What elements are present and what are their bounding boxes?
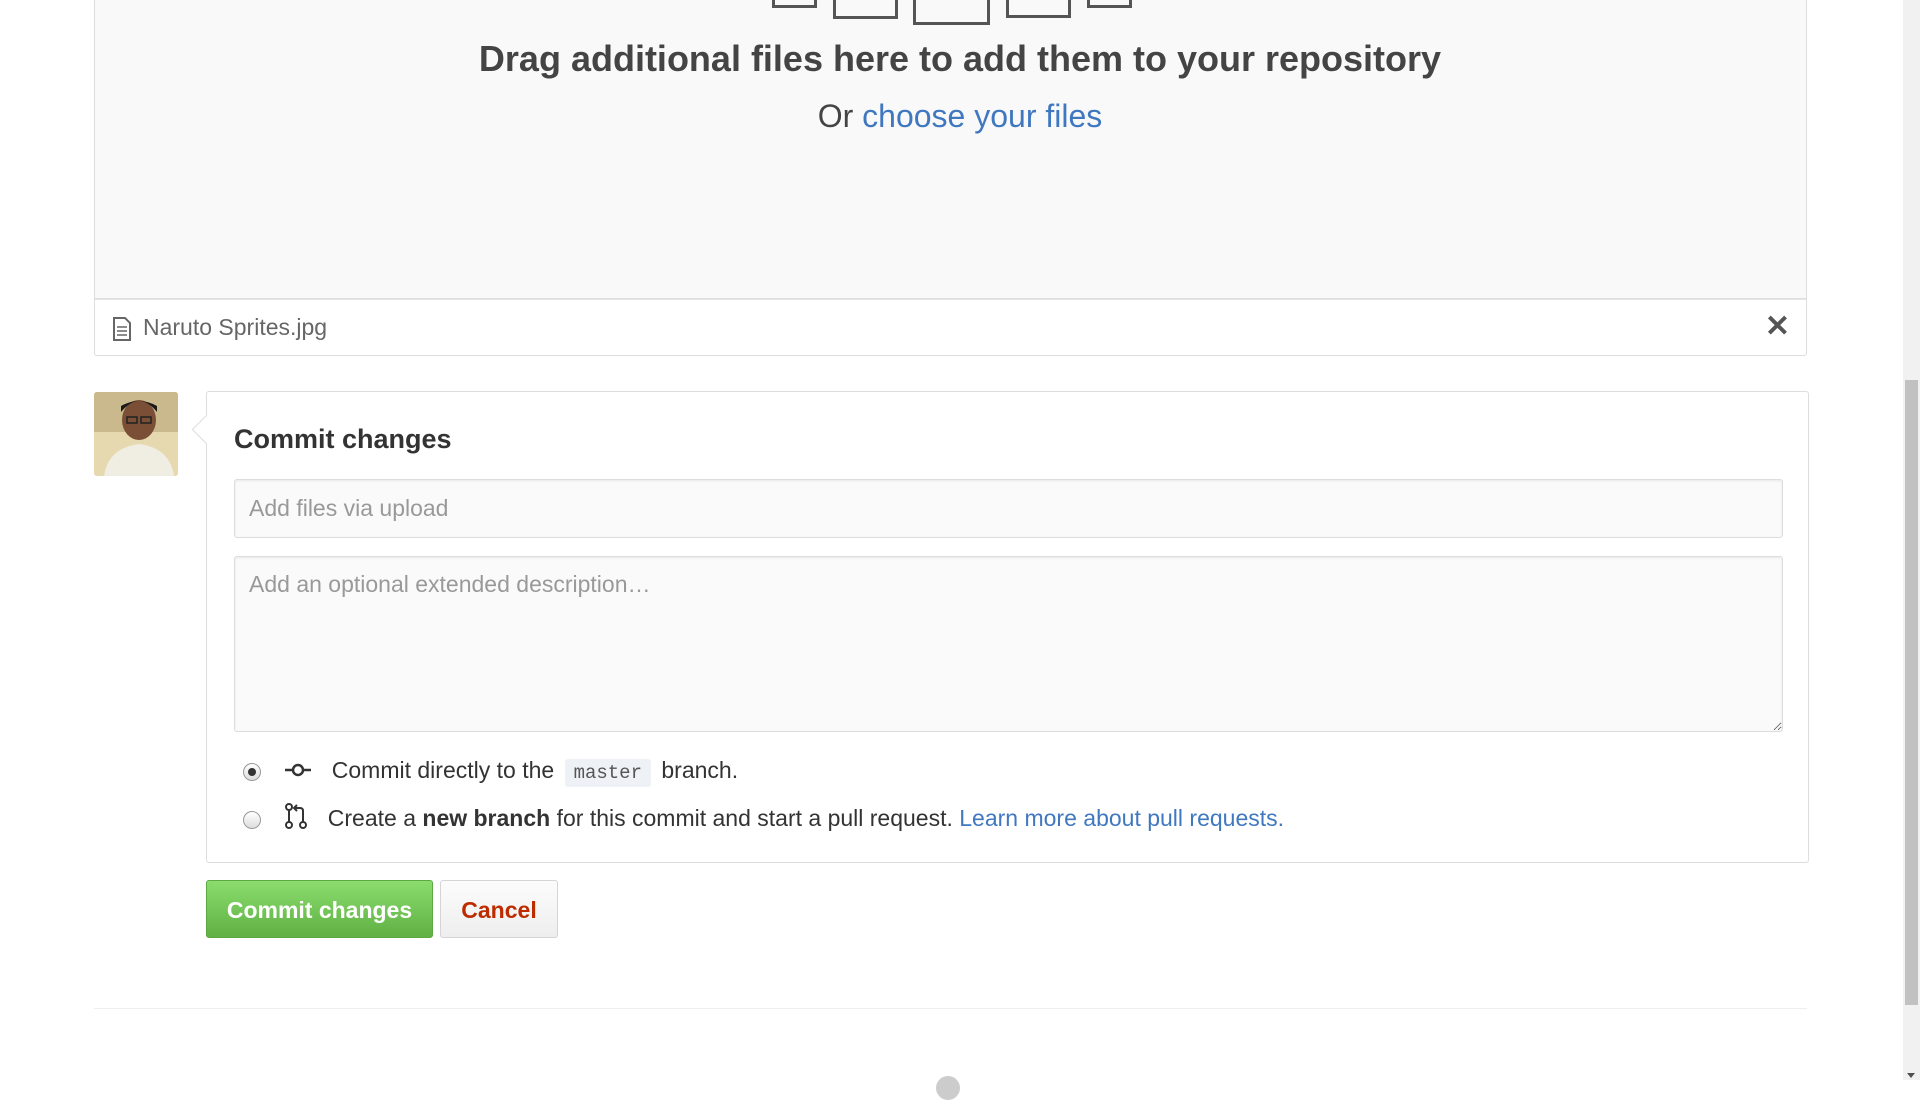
commit-description-input[interactable] [234, 556, 1783, 732]
commit-new-branch-radio[interactable] [243, 810, 261, 829]
commit-changes-button[interactable]: Commit changes [206, 880, 433, 938]
scroll-down-arrow-icon[interactable] [1907, 1073, 1915, 1078]
dropzone-title: Drag additional files here to add them t… [478, 38, 1442, 79]
git-commit-icon [285, 756, 312, 788]
file-icon [913, 0, 990, 25]
scrollbar-thumb[interactable] [1905, 380, 1918, 1005]
dropzone-or: Or [817, 98, 854, 134]
commit-direct-option[interactable]: Commit directly to the master branch. [243, 754, 739, 788]
git-pull-request-icon [285, 802, 308, 837]
commit-direct-text: Commit directly to the [331, 757, 555, 783]
cancel-button[interactable]: Cancel [440, 880, 558, 938]
new-branch-text-start: Create a [327, 805, 416, 831]
commit-form: Commit changes Commit directly to the ma… [191, 391, 1809, 863]
file-icon [1006, 0, 1071, 18]
branch-name: master [564, 759, 651, 787]
file-icon [112, 317, 132, 346]
commit-box-pointer [191, 414, 222, 445]
file-icon [1087, 0, 1132, 8]
dropzone-subtitle: Or choose your files [0, 98, 1920, 135]
commit-direct-radio[interactable] [243, 762, 261, 781]
close-icon[interactable]: ✕ [1765, 309, 1790, 344]
new-branch-text-end: for this commit and start a pull request… [556, 805, 953, 831]
commit-heading: Commit changes [234, 424, 452, 454]
uploaded-file-row: Naruto Sprites.jpg ✕ [94, 299, 1807, 356]
uploaded-file-name: Naruto Sprites.jpg [143, 314, 328, 340]
commit-summary-input[interactable] [234, 479, 1783, 538]
choose-files-link[interactable]: choose your files [862, 98, 1102, 134]
file-type-icons [0, 0, 1920, 30]
file-icon [772, 0, 817, 8]
file-icon [833, 0, 898, 19]
footer-divider [94, 1008, 1807, 1009]
page-scrollbar[interactable] [1903, 0, 1920, 1080]
avatar-image [94, 392, 178, 476]
commit-new-branch-option[interactable]: Create a new branch for this commit and … [243, 802, 1284, 834]
commit-direct-text-end: branch. [661, 757, 739, 783]
new-branch-bold: new branch [422, 805, 551, 831]
learn-more-pull-requests-link[interactable]: Learn more about pull requests. [959, 805, 1284, 831]
avatar [94, 392, 178, 476]
